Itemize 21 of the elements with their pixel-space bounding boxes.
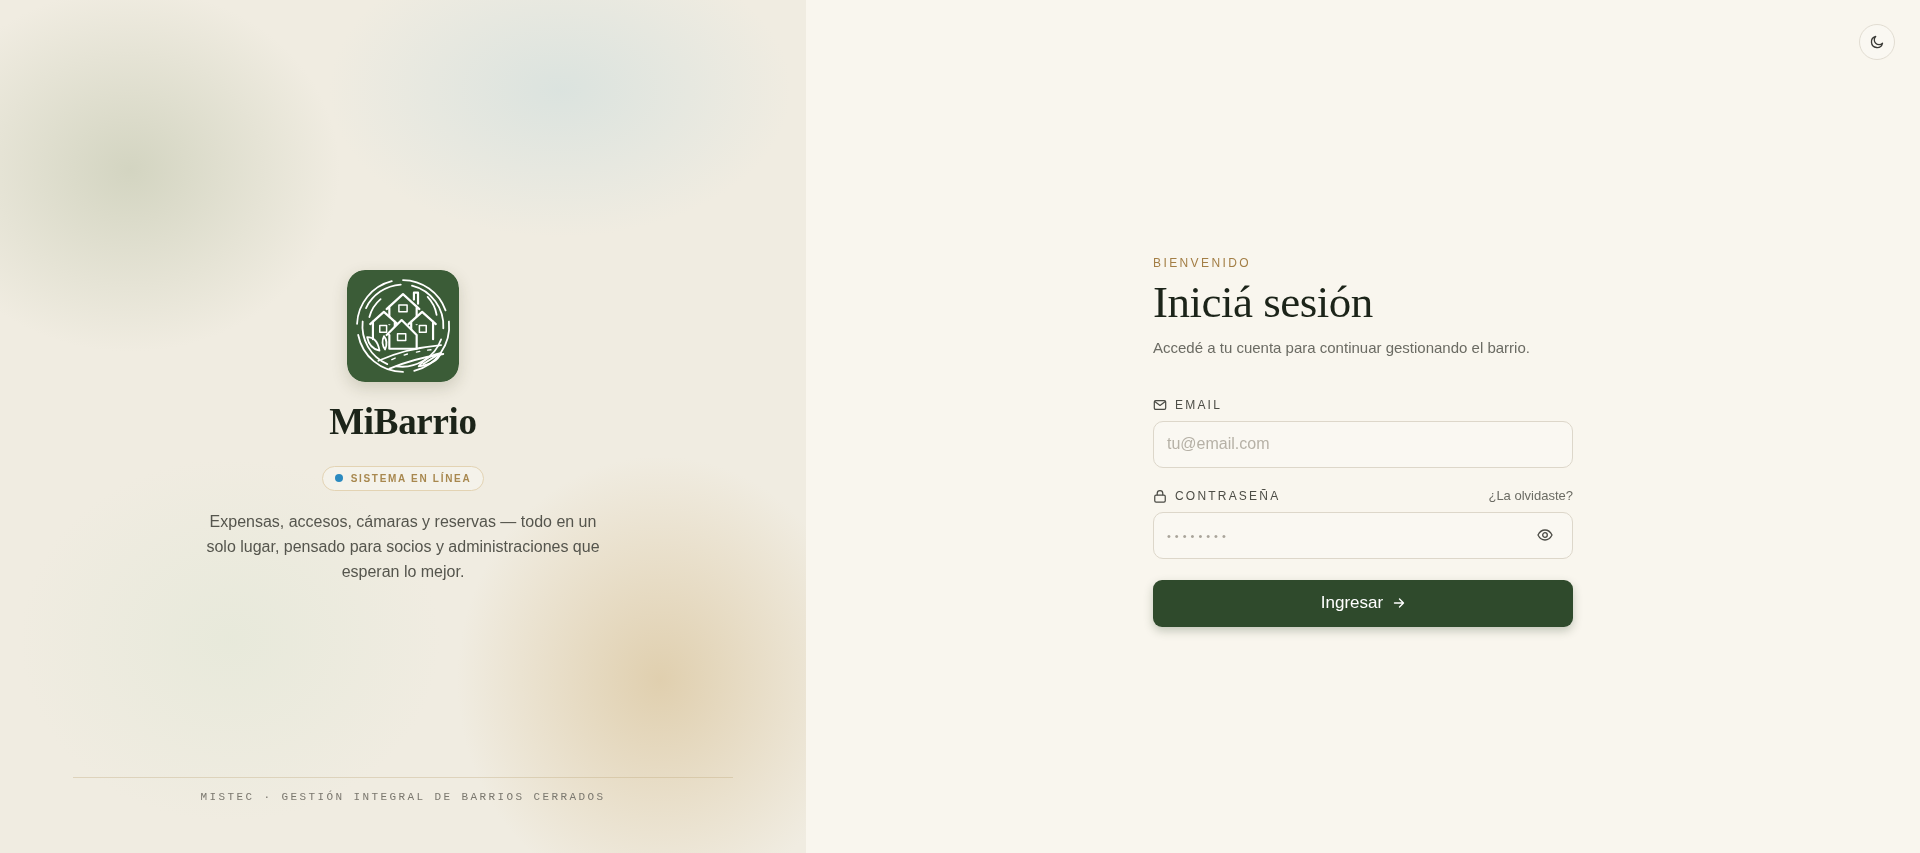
eye-icon[interactable] bbox=[1537, 526, 1553, 543]
subtitle-text: Accedé a tu cuenta para continuar gestionando el barrio. bbox=[1153, 337, 1531, 358]
submit-button[interactable]: Ingresar bbox=[1153, 579, 1573, 627]
mail-icon bbox=[1153, 397, 1167, 412]
status-label: SISTEMA EN LÍNEA bbox=[350, 472, 472, 484]
page-title: Iniciá sesión bbox=[1153, 276, 1374, 328]
theme-toggle-button[interactable] bbox=[1859, 24, 1895, 60]
eyebrow-text: BIENVENIDO bbox=[1153, 254, 1252, 271]
brand-name: MiBarrio bbox=[329, 399, 477, 444]
field-label: CONTRASEÑA bbox=[1175, 488, 1281, 503]
email-field[interactable]: tu@email.com bbox=[1153, 420, 1573, 468]
password-field[interactable]: •••••••• bbox=[1153, 511, 1573, 559]
moon-icon bbox=[1870, 35, 1884, 49]
status-dot-icon bbox=[334, 474, 343, 482]
tagline-text: Expensas, accesos, cámaras y reservas — todo en un solo lugar, pensado para socios y administraciones que esperan lo mejor. bbox=[205, 511, 601, 582]
field-label: EMAIL bbox=[1175, 397, 1222, 412]
logo-icon bbox=[347, 269, 459, 382]
footer-text: MISTEC · GESTIÓN INTEGRAL DE BARRIOS CERRADOS bbox=[200, 791, 606, 803]
arrow-icon bbox=[1393, 597, 1406, 609]
forgot-password-link[interactable]: ¿La olvidaste? bbox=[1488, 488, 1573, 503]
lock-icon bbox=[1153, 488, 1167, 503]
